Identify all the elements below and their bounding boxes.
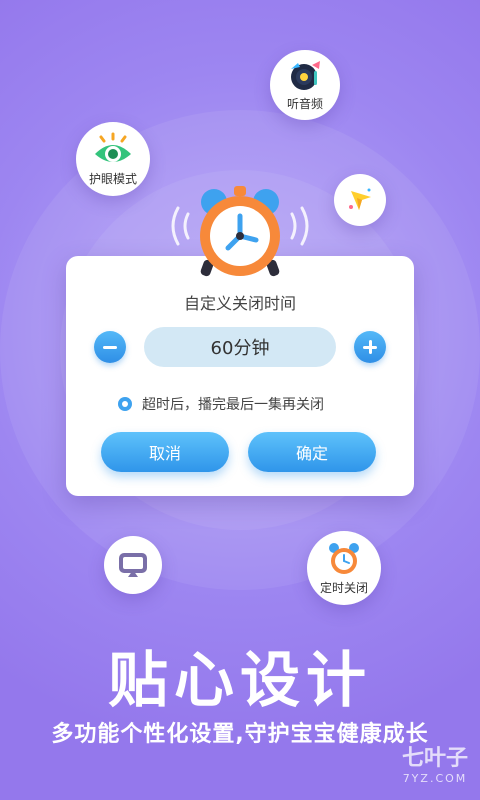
site-watermark: 七叶子 7YZ.COM xyxy=(402,740,468,785)
vinyl-record-icon xyxy=(291,60,320,90)
time-value-display: 60分钟 xyxy=(144,327,336,367)
timer-label: 定时关闭 xyxy=(319,580,368,595)
eye-mode-label: 护眼模式 xyxy=(88,171,137,186)
custom-close-time-dialog: 自定义关闭时间 60分钟 超时后，播完最后一集再关闭 取消 确定 xyxy=(66,256,414,496)
time-value: 60分钟 xyxy=(210,338,270,359)
watermark-sub: 7YZ.COM xyxy=(402,772,468,785)
timer-bubble[interactable]: 定时关闭 xyxy=(307,531,381,605)
eye-icon xyxy=(95,132,131,162)
watermark-main: 七叶子 xyxy=(401,746,468,771)
option-text: 超时后，播完最后一集再关闭 xyxy=(142,397,324,413)
alarm-clock-small-icon xyxy=(329,542,359,574)
audio-bubble[interactable]: 听音频 xyxy=(270,50,340,120)
finish-episode-option[interactable]: 超时后，播完最后一集再关闭 xyxy=(118,394,324,414)
cursor-arrow-icon xyxy=(349,188,371,210)
decrease-time-button[interactable] xyxy=(94,331,126,363)
option-radio[interactable] xyxy=(118,397,132,411)
play-bubble[interactable] xyxy=(334,174,386,226)
increase-time-button[interactable] xyxy=(354,331,386,363)
eye-mode-bubble[interactable]: 护眼模式 xyxy=(76,122,150,196)
promo-headline: 贴心设计 xyxy=(108,646,372,716)
cast-bubble[interactable] xyxy=(104,536,162,594)
alarm-clock-illustration xyxy=(171,186,309,277)
audio-label: 听音频 xyxy=(286,96,323,111)
cancel-button[interactable]: 取消 xyxy=(101,432,229,472)
confirm-button[interactable]: 确定 xyxy=(248,432,376,472)
dialog-title: 自定义关闭时间 xyxy=(183,294,296,313)
minus-icon xyxy=(103,345,117,349)
screen-cast-icon xyxy=(119,553,147,577)
